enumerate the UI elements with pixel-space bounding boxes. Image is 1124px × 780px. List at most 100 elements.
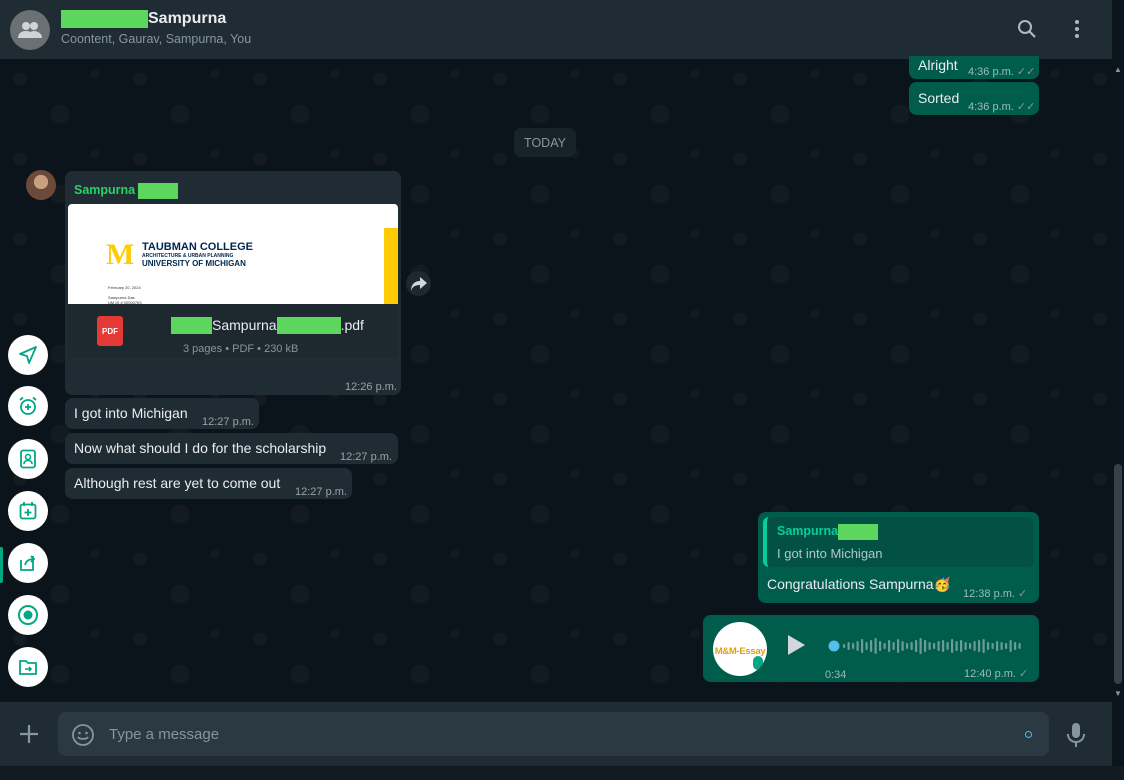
document-accent-bar [384, 228, 398, 304]
scroll-down-icon[interactable]: ▼ [1114, 689, 1122, 698]
date-divider: TODAY [514, 128, 576, 157]
waveform-bar [843, 644, 846, 648]
message-bubble-incoming[interactable]: Although rest are yet to come out 12:27 … [65, 468, 352, 499]
chat-header: Sampurna Coontent, Gaurav, Sampurna, You [0, 0, 1112, 59]
message-input-box[interactable] [58, 712, 1049, 756]
message-time: 12:27 p.m. [202, 416, 254, 428]
document-info-row[interactable]: PDF Sampurna .pdf 3 pages • PDF • 230 kB [68, 304, 398, 358]
voice-sender-avatar: M&M-Essay [713, 622, 767, 676]
scroll-up-icon[interactable]: ▲ [1114, 65, 1122, 74]
folder-icon[interactable] [8, 647, 48, 687]
waveform-bar [942, 640, 945, 652]
waveform-bar [996, 641, 999, 651]
waveform-bar [987, 642, 990, 650]
waveform-bar [969, 643, 972, 649]
waveform-bar [955, 641, 958, 651]
composer-bar [0, 702, 1112, 766]
waveform-bar [910, 642, 913, 650]
redacted-block [276, 317, 341, 334]
waveform-bar [951, 639, 954, 653]
message-bubble-incoming[interactable]: Now what should I do for the scholarship… [65, 433, 398, 464]
menu-dots-icon[interactable] [1065, 17, 1089, 41]
message-bubble-incoming[interactable]: I got into Michigan 12:27 p.m. [65, 398, 259, 429]
active-side-marker [0, 547, 3, 583]
chat-title-block[interactable]: Sampurna Coontent, Gaurav, Sampurna, You [61, 7, 251, 46]
group-avatar-icon[interactable] [10, 10, 50, 50]
message-bubble-outgoing[interactable]: Alright 4:36 p.m. ✓✓ [909, 56, 1039, 79]
input-status-dot [1025, 731, 1032, 738]
calendar-add-icon[interactable] [8, 491, 48, 531]
waveform-bar [1009, 640, 1012, 652]
waveform-bar [1000, 642, 1003, 650]
waveform-bar [1014, 642, 1017, 650]
message-text: Although rest are yet to come out [74, 475, 281, 491]
waveform-bar [933, 643, 936, 649]
message-input[interactable] [109, 712, 1009, 756]
waveform-bar [847, 642, 850, 650]
scroll-thumb[interactable] [1114, 464, 1122, 684]
quoted-sender: Sampurna [777, 522, 879, 541]
single-tick-icon: ✓ [1018, 668, 1029, 680]
search-icon[interactable] [1015, 17, 1039, 41]
message-time: 4:36 p.m. ✓✓ [968, 101, 1036, 113]
michigan-logo: M [106, 238, 135, 271]
emoji-icon[interactable] [71, 723, 95, 752]
message-time: 12:40 p.m. ✓ [964, 668, 1029, 680]
waveform-bar [861, 639, 864, 653]
message-text: Alright [918, 57, 958, 73]
waveform-bar [915, 640, 918, 652]
chat-members: Coontent, Gaurav, Sampurna, You [61, 32, 252, 46]
message-time: 12:27 p.m. [340, 451, 392, 463]
message-bubble-outgoing[interactable]: Sorted 4:36 p.m. ✓✓ [909, 82, 1039, 115]
waveform-bar [937, 641, 940, 651]
waveform-scrubber[interactable] [828, 640, 840, 652]
waveform-bar [973, 641, 976, 651]
pdf-file-icon: PDF [97, 316, 123, 346]
mic-badge-icon [753, 656, 763, 670]
single-tick-icon: ✓ [1017, 588, 1028, 600]
double-tick-icon: ✓✓ [1016, 101, 1036, 113]
waveform-bar [928, 642, 931, 650]
waveform-bar [1018, 643, 1021, 649]
document-header-text: TAUBMAN COLLEGE ARCHITECTURE & URBAN PLA… [142, 241, 254, 268]
waveform-bar [1005, 643, 1008, 649]
waveform-bar [883, 643, 886, 649]
mic-icon[interactable] [1066, 722, 1086, 753]
forward-icon[interactable] [406, 271, 431, 296]
redacted-block [838, 523, 879, 540]
window-bottom-edge [0, 766, 1124, 780]
waveform-bar [879, 641, 882, 651]
document-message[interactable]: Sampurna M TAUBMAN COLLEGE ARCHITECTURE … [65, 171, 401, 395]
chat-title-text: Sampurna [148, 10, 227, 27]
quoted-message[interactable]: Sampurna I got into Michigan [763, 517, 1034, 567]
redacted-block [138, 182, 179, 199]
voice-message[interactable]: M&M-Essay 0:34 12:40 p.m. ✓ [703, 615, 1039, 682]
waveform-bar [964, 642, 967, 650]
reply-message[interactable]: Sampurna I got into Michigan Congratulat… [758, 512, 1039, 603]
message-text: Congratulations Sampurna🥳 [767, 576, 951, 592]
chat-title: Sampurna [61, 7, 251, 31]
waveform-bar [991, 643, 994, 649]
add-alarm-icon[interactable] [8, 386, 48, 426]
waveform-bar [982, 639, 985, 653]
plus-icon[interactable] [18, 723, 40, 750]
document-preview[interactable]: M TAUBMAN COLLEGE ARCHITECTURE & URBAN P… [68, 204, 398, 304]
share-icon[interactable] [8, 543, 48, 583]
send-location-icon[interactable] [8, 335, 48, 375]
play-icon[interactable] [785, 633, 807, 662]
sender-name[interactable]: Sampurna [74, 181, 179, 200]
message-time: 4:36 p.m. ✓✓ [968, 66, 1036, 78]
sender-avatar[interactable] [26, 170, 56, 200]
redacted-block [61, 10, 148, 28]
waveform-bar [852, 643, 855, 649]
chat-scrollbar[interactable]: ▲ ▼ [1112, 59, 1124, 702]
document-id: UM ID # 00000763 [108, 300, 142, 304]
waveform-bar [919, 638, 922, 654]
voice-waveform[interactable] [827, 635, 1027, 657]
status-icon[interactable] [8, 595, 48, 635]
message-text: Sorted [918, 90, 960, 106]
waveform-bar [978, 640, 981, 652]
document-file-name: Sampurna .pdf [171, 316, 364, 335]
message-text: I got into Michigan [74, 405, 188, 421]
contact-icon[interactable] [8, 439, 48, 479]
